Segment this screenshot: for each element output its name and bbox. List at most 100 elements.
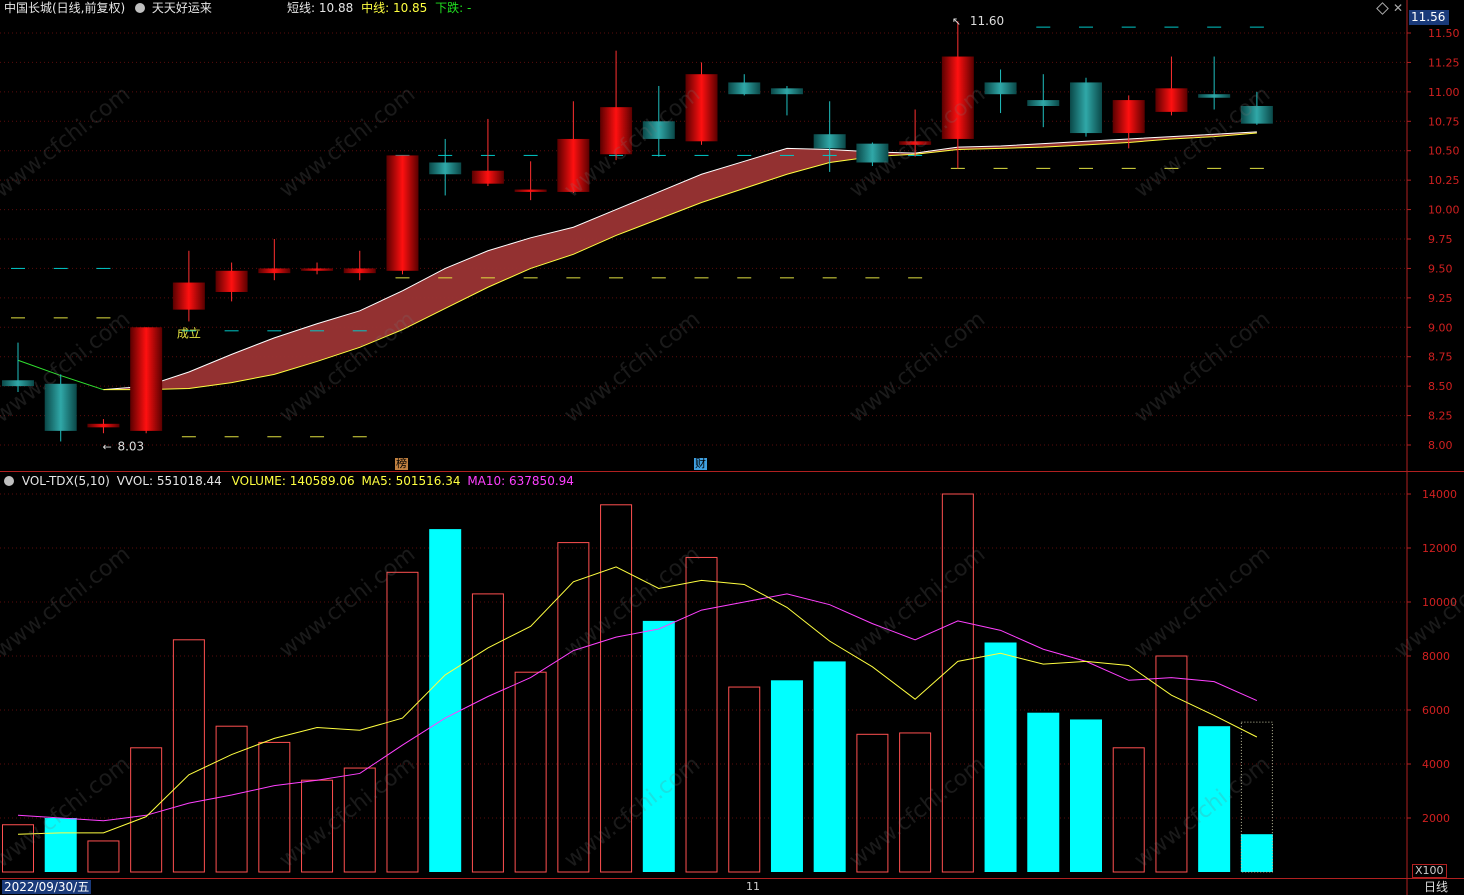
close-icon[interactable]: ✕ — [1393, 1, 1403, 15]
candle — [856, 142, 889, 167]
volume-tick-label: 6000 — [1422, 704, 1450, 717]
price-tick-label: 8.75 — [1428, 351, 1453, 364]
price-tick-label: 9.25 — [1428, 292, 1453, 305]
volume-indicator-name[interactable]: VOL-TDX(5,10) — [22, 474, 110, 488]
volume-bar — [258, 741, 291, 873]
chart-canvas: 11.50 11.25 11.00 10.75 10.50 10.25 10.00 9.75 9… — [0, 0, 1464, 895]
volume-bar — [557, 542, 590, 873]
candle — [471, 118, 504, 187]
volume-bar — [728, 686, 761, 873]
trend-band-fill — [103, 131, 1257, 390]
volume-bar — [1070, 719, 1102, 872]
candle-body — [44, 383, 77, 431]
volume-bar — [941, 493, 974, 873]
candle — [770, 85, 803, 116]
candle-body — [856, 143, 889, 163]
candle-body — [343, 268, 376, 274]
volume-bar — [471, 593, 504, 873]
volume-tick-label: 4000 — [1422, 758, 1450, 771]
ma10-value: 637850.94 — [509, 474, 574, 488]
candle-body — [600, 107, 633, 155]
candle — [685, 62, 718, 145]
event-marker-cai[interactable]: 财 — [694, 458, 707, 470]
price-header: 中国长城(日线,前复权) 天天好运来 — [4, 1, 212, 15]
ma5-value: 501516.34 — [395, 474, 461, 488]
volume-tick-label: 14000 — [1422, 488, 1457, 501]
period-button[interactable]: 日线 — [1424, 880, 1448, 894]
candle-body — [1070, 82, 1102, 134]
volume-tick-label: 8000 — [1422, 650, 1450, 663]
volume-bar — [514, 671, 547, 873]
candle — [600, 50, 633, 161]
stock-title[interactable]: 中国长城(日线,前复权) — [4, 1, 125, 15]
candle — [642, 85, 675, 157]
y-axis-labels: 11.50 11.25 11.00 10.75 10.50 10.25 10.00 9.75 9… — [1407, 27, 1460, 825]
candle-body — [1240, 105, 1273, 124]
vvol-value: 551018.44 — [156, 474, 222, 488]
ma5-label: MA5: — [361, 474, 392, 488]
volume-bar — [2, 824, 34, 873]
volume-gear-icon[interactable] — [4, 476, 14, 486]
month-tick: 11 — [746, 880, 760, 893]
candle — [429, 138, 462, 196]
price-tick-label: 9.75 — [1428, 233, 1453, 246]
candle-body — [2, 380, 34, 387]
candle — [44, 374, 77, 442]
volume-bar — [1240, 834, 1273, 872]
indicator-gear-icon[interactable] — [135, 3, 146, 13]
candle — [899, 109, 932, 157]
volume-header: VOL-TDX(5,10) VVOL: 551018.44 VOLUME: 14… — [4, 474, 574, 488]
price-tick-label: 11.50 — [1428, 27, 1460, 40]
high-price-label: 11.60 — [970, 14, 1004, 28]
price-tick-label: 11.25 — [1428, 56, 1460, 69]
candle-body — [471, 170, 504, 184]
candle — [728, 74, 761, 96]
candle-body — [984, 82, 1017, 95]
volume-bar — [87, 840, 120, 873]
volume-bar — [770, 680, 803, 872]
candle-body — [557, 138, 590, 192]
candle — [984, 69, 1017, 114]
volume-bar — [130, 747, 163, 873]
indicator-name[interactable]: 天天好运来 — [152, 1, 212, 15]
volume-bar — [1112, 747, 1145, 873]
volume-bar — [600, 504, 633, 873]
candle-body — [215, 270, 248, 292]
candle — [1070, 77, 1102, 137]
candle — [172, 250, 205, 322]
volume-grid — [0, 493, 1407, 819]
volume-bar — [899, 732, 932, 873]
trend-label: 下跌: — [435, 1, 464, 15]
price-tick-label: 10.25 — [1428, 174, 1460, 187]
candle — [941, 21, 974, 169]
current-price-badge: 11.56 — [1409, 10, 1449, 25]
volume-bar — [1027, 712, 1060, 872]
candle-body — [514, 189, 547, 192]
low-arrow-icon: ← — [102, 440, 111, 453]
volume-bar — [215, 725, 248, 873]
event-marker-bang[interactable]: 榜 — [395, 458, 408, 470]
candle — [1240, 91, 1273, 125]
candle — [130, 327, 163, 434]
price-tick-label: 10.75 — [1428, 115, 1460, 128]
candle-body — [770, 88, 803, 95]
short-value: 10.88 — [318, 1, 354, 15]
candle — [2, 342, 34, 393]
price-tick-label: 9.00 — [1428, 321, 1453, 334]
candle-body — [301, 268, 334, 271]
candle-body — [1198, 94, 1231, 98]
mid-label: 中线: — [361, 1, 390, 15]
volume-tick-label: 10000 — [1422, 596, 1457, 609]
candle — [557, 101, 590, 194]
candle — [1027, 74, 1060, 128]
candle — [258, 239, 291, 281]
signal-label: 成立 — [177, 325, 201, 340]
candle-body — [258, 268, 291, 274]
price-tick-label: 9.50 — [1428, 262, 1453, 275]
volume-bar — [813, 661, 846, 872]
volume-tick-label: 2000 — [1422, 812, 1450, 825]
candle — [301, 262, 334, 275]
candle-body — [1112, 100, 1145, 134]
volume-bar — [685, 556, 718, 873]
high-arrow-icon: ↖ — [952, 15, 961, 28]
